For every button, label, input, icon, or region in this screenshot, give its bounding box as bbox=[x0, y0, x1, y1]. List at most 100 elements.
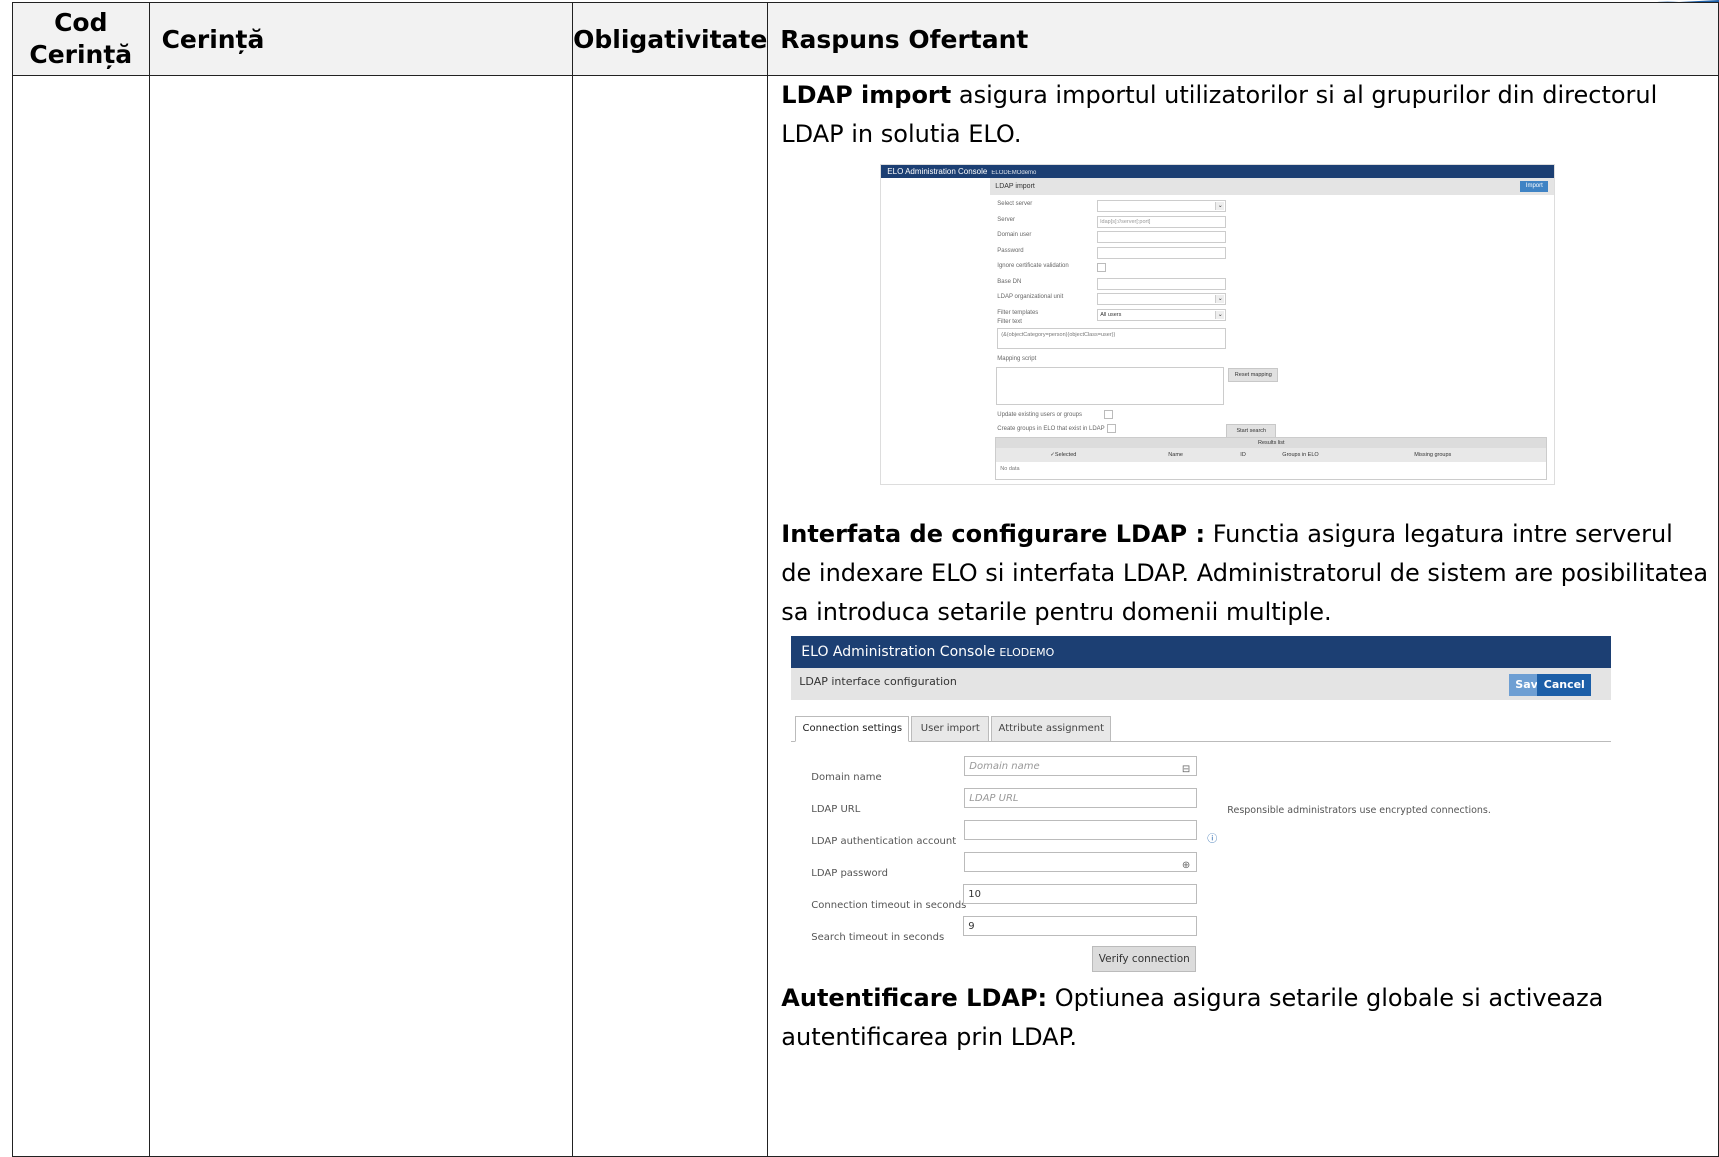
create-groups-row: Create groups in ELO that exist in LDAP bbox=[997, 424, 1116, 434]
ldap-auth-title: Autentificare LDAP: bbox=[781, 984, 1048, 1012]
requirements-table: Cod Cerință Cerință Obligativitate Raspu… bbox=[12, 2, 1719, 1157]
domain-name-placeholder: Domain name bbox=[969, 761, 1040, 772]
console-title-bar: ELO Administration Console ELODEMO bbox=[791, 636, 1612, 668]
cell-cod bbox=[12, 75, 150, 1157]
password-label: Password bbox=[997, 247, 1024, 254]
base-dn-input[interactable] bbox=[1097, 277, 1227, 290]
ldap-ou-row: LDAP organizational unit ⌄ bbox=[997, 292, 1557, 308]
select-server-label: Select server bbox=[997, 201, 1033, 207]
console-subtitle: ELODEMOdemo bbox=[991, 170, 1037, 176]
page-title: LDAP interface configuration bbox=[799, 675, 957, 688]
ldap-password-input[interactable]: ⊕ bbox=[964, 852, 1198, 872]
ldap-config-title: Interfata de configurare LDAP : bbox=[781, 520, 1206, 548]
col-missing-groups[interactable]: Missing groups bbox=[1414, 448, 1451, 462]
update-existing-label: Update existing users or groups bbox=[997, 412, 1083, 419]
page-header-bar: LDAP import Import bbox=[990, 178, 1555, 195]
header-raspuns-ofertant: Raspuns Ofertant bbox=[767, 2, 1719, 76]
filter-templates-label: Filter templates bbox=[997, 309, 1039, 316]
ignore-cert-checkbox[interactable] bbox=[1097, 263, 1107, 272]
results-columns: ✓ Selected Name ID Groups in ELO Missing… bbox=[996, 448, 1547, 462]
ignore-cert-label: Ignore certificate validation bbox=[997, 263, 1069, 269]
col-groups-in-elo[interactable]: Groups in ELO bbox=[1282, 448, 1318, 462]
mapping-script-textarea[interactable] bbox=[996, 367, 1225, 405]
filter-templates-row: Filter templates All users ⌄ bbox=[997, 308, 1557, 324]
select-server-row: Select server ⌄ bbox=[997, 199, 1557, 215]
tab-user-import[interactable]: User import bbox=[911, 716, 990, 742]
filter-text-input[interactable]: (&(objectCategory=person)(objectClass=us… bbox=[997, 328, 1227, 349]
table-header-row: Cod Cerință Cerință Obligativitate Raspu… bbox=[12, 2, 1719, 76]
server-label: Server bbox=[997, 216, 1015, 223]
base-dn-label: Base DN bbox=[997, 278, 1022, 285]
create-groups-label: Create groups in ELO that exist in LDAP bbox=[997, 426, 1105, 433]
base-dn-row: Base DN bbox=[997, 277, 1557, 293]
paragraph-ldap-import: LDAP import asigura importul utilizatori… bbox=[781, 76, 1710, 154]
no-data-text: No data bbox=[1000, 466, 1020, 472]
col-id[interactable]: ID bbox=[1240, 448, 1246, 462]
import-button[interactable]: Import bbox=[1520, 181, 1549, 192]
filter-templates-dropdown[interactable]: All users ⌄ bbox=[1097, 308, 1227, 321]
tab-connection-settings[interactable]: Connection settings bbox=[795, 716, 910, 742]
filter-text-label: Filter text bbox=[997, 319, 1022, 325]
search-timeout-label: Search timeout in seconds bbox=[811, 932, 945, 943]
domain-user-input[interactable] bbox=[1097, 231, 1227, 243]
reset-mapping-button[interactable]: Reset mapping bbox=[1228, 368, 1279, 382]
password-input[interactable] bbox=[1097, 246, 1227, 259]
domain-name-input[interactable]: Domain name ⊟ bbox=[964, 756, 1198, 776]
search-timeout-input[interactable]: 9 bbox=[963, 916, 1198, 936]
col-selected[interactable]: ✓ Selected bbox=[1050, 448, 1076, 462]
ignore-cert-row: Ignore certificate validation bbox=[997, 261, 1557, 277]
paragraph-ldap-auth: Autentificare LDAP: Optiunea asigura set… bbox=[781, 979, 1710, 1057]
page-title: LDAP import bbox=[995, 183, 1035, 190]
header-cod-cerinta: Cod Cerință bbox=[12, 2, 150, 76]
update-existing-checkbox[interactable] bbox=[1104, 410, 1114, 419]
results-list: Results list ✓ Selected Name ID Groups i… bbox=[995, 437, 1548, 480]
filter-templates-value: All users bbox=[1100, 311, 1122, 318]
select-server-dropdown[interactable]: ⌄ bbox=[1097, 200, 1227, 212]
console-title: ELO Administration Console bbox=[887, 167, 988, 176]
server-input[interactable]: ldap[s]://server[:port] bbox=[1097, 215, 1227, 228]
server-row: Server ldap[s]://server[:port] bbox=[997, 215, 1557, 231]
screenshot-ldap-import: ELO Administration Console ELODEMOdemo LD… bbox=[880, 164, 1557, 485]
cell-obligativitate bbox=[572, 75, 769, 1157]
contact-card-icon: ⊟ bbox=[1181, 764, 1191, 775]
config-tabs: Connection settings User import Attribut… bbox=[791, 716, 1612, 742]
ldap-ou-dropdown[interactable]: ⌄ bbox=[1097, 293, 1227, 305]
console-title: ELO Administration Console bbox=[801, 644, 996, 660]
ldap-url-input[interactable]: LDAP URL bbox=[964, 788, 1198, 808]
chevron-down-icon: ⌄ bbox=[1215, 310, 1225, 319]
conn-timeout-input[interactable]: 10 bbox=[963, 884, 1198, 904]
table-row: LDAP import asigura importul utilizatori… bbox=[12, 75, 1719, 1157]
header-cerinta: Cerință bbox=[148, 2, 574, 76]
header-cod-label: Cod Cerință bbox=[29, 8, 133, 69]
auth-account-input[interactable] bbox=[964, 820, 1198, 840]
console-title-bar: ELO Administration Console ELODEMOdemo bbox=[881, 165, 1555, 178]
results-title: Results list bbox=[996, 438, 1547, 448]
screenshot-ldap-interface-config: ELO Administration Console ELODEMO LDAP i… bbox=[791, 636, 1612, 973]
domain-user-row: Domain user bbox=[997, 230, 1557, 246]
ldap-import-form: Select server ⌄ Server ldap[s]://server[:p… bbox=[997, 199, 1557, 323]
chevron-down-icon: ⌄ bbox=[1215, 295, 1225, 303]
chevron-down-icon: ⌄ bbox=[1215, 202, 1225, 210]
password-row: Password bbox=[997, 246, 1557, 262]
update-existing-row: Update existing users or groups bbox=[997, 410, 1114, 420]
ldap-import-title: LDAP import bbox=[781, 81, 952, 109]
cancel-button[interactable]: Cancel bbox=[1537, 674, 1592, 696]
info-icon[interactable]: ⓘ bbox=[1207, 820, 1217, 859]
show-password-icon[interactable]: ⊕ bbox=[1182, 856, 1190, 876]
console-subtitle: ELODEMO bbox=[999, 646, 1055, 659]
col-selected-label: Selected bbox=[1054, 452, 1077, 458]
tab-attribute-assignment[interactable]: Attribute assignment bbox=[991, 716, 1112, 742]
domain-user-label: Domain user bbox=[997, 232, 1032, 238]
col-name[interactable]: Name bbox=[1168, 448, 1183, 462]
create-groups-checkbox[interactable] bbox=[1106, 424, 1116, 433]
verify-connection-button[interactable]: Verify connection bbox=[1092, 946, 1197, 972]
cell-raspuns: LDAP import asigura importul utilizatori… bbox=[767, 75, 1719, 1157]
start-search-button[interactable]: Start search bbox=[1226, 424, 1277, 438]
paragraph-ldap-config: Interfata de configurare LDAP : Functia … bbox=[781, 515, 1710, 632]
cell-cerinta bbox=[148, 75, 574, 1157]
mapping-script-label: Mapping script bbox=[997, 356, 1037, 362]
ldap-url-note: Responsible administrators use encrypted… bbox=[1227, 805, 1491, 816]
header-obligativitate: Obligativitate bbox=[572, 2, 769, 76]
page-header-bar: LDAP interface configuration Save Cancel bbox=[791, 668, 1612, 700]
ldap-ou-label: LDAP organizational unit bbox=[997, 294, 1064, 300]
